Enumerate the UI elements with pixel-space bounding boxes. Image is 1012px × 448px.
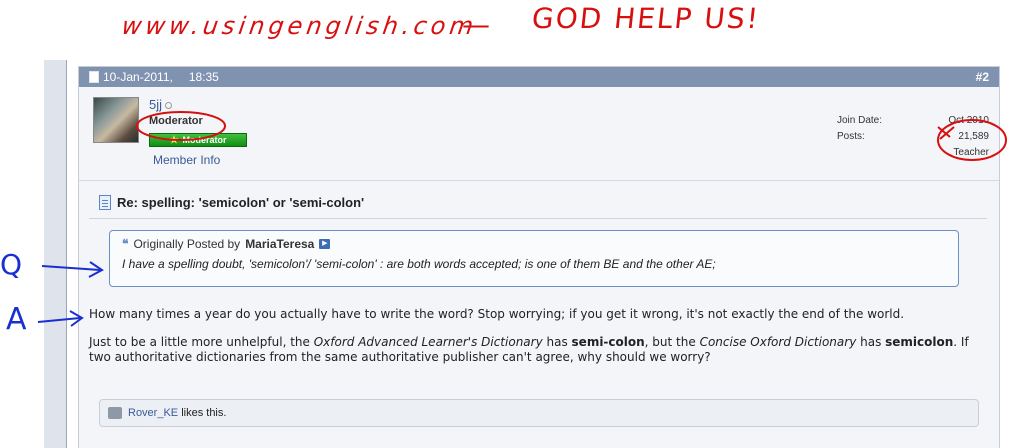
view-post-icon[interactable]: ▶ [319, 239, 331, 249]
quote-header: ❝ Originally Posted by MariaTeresa ▶ [122, 237, 946, 251]
member-info-link[interactable]: Member Info [153, 153, 220, 167]
quote-block: ❝ Originally Posted by MariaTeresa ▶ I h… [109, 230, 959, 287]
document-icon [99, 195, 111, 210]
username-text[interactable]: 5jj [149, 97, 162, 112]
post-number-link[interactable]: #2 [976, 70, 989, 84]
post-date: 10-Jan-2011, [103, 70, 173, 84]
offline-status-icon [165, 102, 173, 110]
username[interactable]: 5jj [149, 97, 173, 112]
post-paragraph-1: How many times a year do you actually ha… [89, 307, 905, 321]
post-icon [89, 71, 99, 83]
user-role: Teacher [953, 147, 989, 158]
p2-text-e: , but the [644, 335, 700, 349]
posts-row: Posts: 21,589 [837, 131, 989, 147]
join-date-row: Join Date: Oct 2010 [837, 115, 989, 131]
post-time: 18:35 [188, 70, 219, 84]
join-date-value: Oct 2010 [948, 115, 989, 126]
handwritten-site-annotation: www.usingenglish.com [120, 12, 479, 40]
left-divider [66, 60, 67, 448]
quote-icon: ❝ [122, 237, 129, 251]
star-icon: ★ [169, 134, 179, 146]
post-header: 10-Jan-2011, 18:35 #2 [79, 67, 999, 87]
post-title: Re: spelling: 'semicolon' or 'semi-colon… [99, 195, 364, 210]
handwritten-q-label: Q [0, 248, 23, 281]
title-divider [89, 218, 987, 219]
quote-author: MariaTeresa [245, 237, 315, 251]
likes-bar: Rover_KE likes this. [99, 399, 979, 427]
quote-text: I have a spelling doubt, 'semicolon'/ 's… [122, 257, 716, 271]
quote-intro: Originally Posted by [133, 237, 241, 251]
p2-text-a: Just to be a little more unhelpful, the [89, 335, 314, 349]
handwritten-a-label: A [6, 302, 27, 337]
posts-value: 21,589 [958, 131, 989, 142]
post-body: How many times a year do you actually ha… [89, 307, 977, 378]
p2-oald: Oxford Advanced Learner's Dictionary [313, 335, 543, 349]
post-title-text: Re: spelling: 'semicolon' or 'semi-colon… [117, 195, 365, 210]
p2-cod: Concise Oxford Dictionary [699, 335, 857, 349]
handwritten-reaction: GOD HELP US! [530, 2, 762, 35]
handwritten-dash: — [462, 8, 490, 41]
user-info: 5jj Moderator ★ Moderator Member Info Jo… [79, 87, 999, 181]
posts-label: Posts: [837, 131, 865, 142]
p2-text-c: has [542, 335, 572, 349]
p2-semi-colon: semi-colon [571, 335, 645, 349]
join-date-label: Join Date: [837, 115, 883, 126]
rank-badge-label: Moderator [182, 135, 227, 145]
thumbs-up-icon [108, 407, 122, 419]
rank-badge: ★ Moderator [149, 133, 247, 147]
left-gutter [44, 60, 66, 448]
like-user-link[interactable]: Rover_KE [128, 407, 178, 419]
likes-text: likes this. [178, 407, 227, 419]
avatar[interactable] [93, 97, 139, 143]
forum-post: 10-Jan-2011, 18:35 #2 5jj Moderator ★ Mo… [78, 66, 1000, 448]
p2-semicolon: semicolon [885, 335, 954, 349]
user-title: Moderator [149, 115, 203, 127]
p2-text-g: has [856, 335, 886, 349]
post-paragraph-2: Just to be a little more unhelpful, the … [89, 335, 977, 365]
user-stats: Join Date: Oct 2010 Posts: 21,589 Teache… [837, 115, 989, 158]
